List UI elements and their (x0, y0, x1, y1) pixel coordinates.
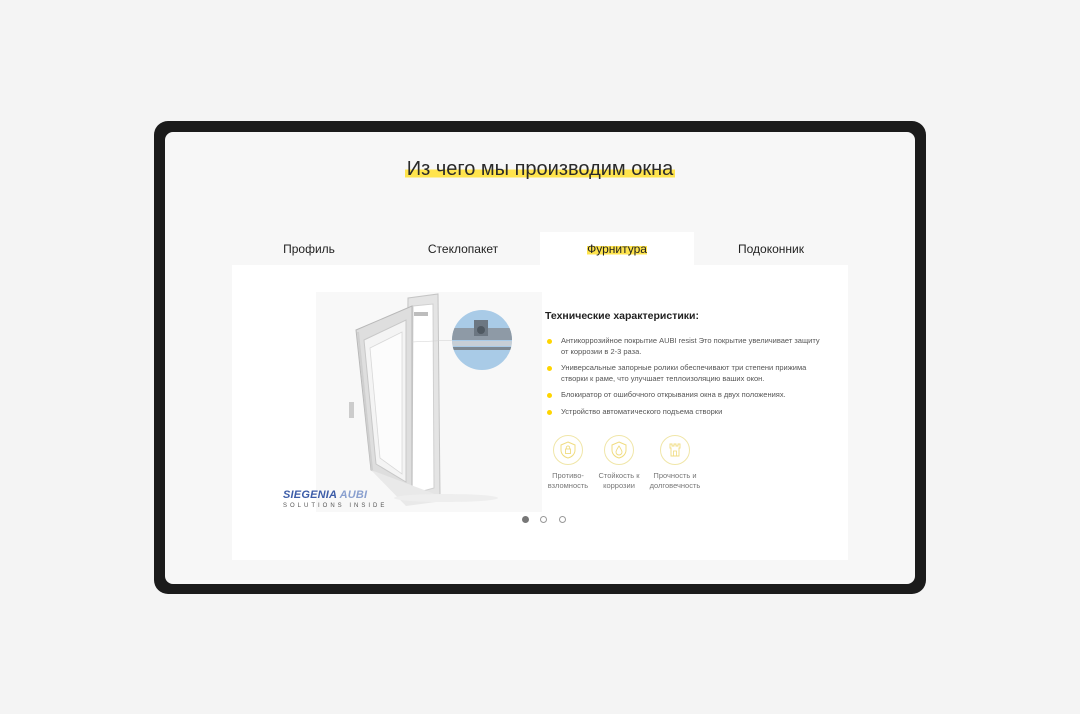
specs-title: Технические характеристики: (545, 310, 700, 322)
spec-item: Универсальные запорные ролики обеспечива… (545, 363, 820, 384)
tab-panel: SIEGENIA AUBI SOLUTIONS INSIDE Техническ… (232, 265, 848, 560)
feature-label-line1: Прочность и (653, 471, 697, 480)
feature-corrosion-resistance: Стойкость к коррозии (589, 435, 649, 491)
spec-item: Антикоррозийное покрытие AUBI resist Это… (545, 336, 820, 357)
hardware-detail-icon (452, 320, 512, 350)
lock-shield-icon (553, 435, 583, 465)
tower-icon (660, 435, 690, 465)
tab-label: Профиль (283, 242, 335, 256)
brand-name: SIEGENIA AUBI (283, 489, 387, 501)
tab-hardware[interactable]: Фурнитура (540, 232, 694, 265)
feature-label-line2: взломность (547, 481, 589, 490)
screen: Из чего мы производим окна Профиль Стекл… (165, 132, 915, 584)
spec-item: Устройство автоматического подъема створ… (545, 407, 820, 418)
tab-glass-unit[interactable]: Стеклопакет (386, 232, 540, 265)
feature-durability: Прочность и долговечность (645, 435, 705, 491)
brand-tagline: SOLUTIONS INSIDE (283, 503, 388, 509)
feature-label: Прочность и долговечность (645, 471, 705, 491)
page-title: Из чего мы производим окна (165, 158, 915, 181)
feature-label-line2: долговечность (649, 481, 701, 490)
specs-list: Антикоррозийное покрытие AUBI resist Это… (545, 336, 820, 423)
brand-logo: SIEGENIA AUBI SOLUTIONS INSIDE (283, 489, 387, 509)
brand-accent: AUBI (339, 489, 368, 501)
brand-main: SIEGENIA (283, 489, 337, 501)
hardware-zoom-image (452, 310, 512, 370)
spec-item: Блокиратор от ошибочного открывания окна… (545, 390, 820, 401)
carousel-dot[interactable] (540, 516, 548, 523)
tab-windowsill[interactable]: Подоконник (694, 232, 848, 265)
feature-label-line1: Противо- (552, 471, 584, 480)
product-image (316, 292, 542, 512)
feature-label: Стойкость к коррозии (589, 471, 649, 491)
page-title-text: Из чего мы производим окна (404, 158, 676, 180)
tab-profile[interactable]: Профиль (232, 232, 386, 265)
tabs-bar: Профиль Стеклопакет Фурнитура Подоконник (232, 232, 848, 265)
carousel-dot[interactable] (558, 516, 566, 523)
feature-label-line2: коррозии (603, 481, 635, 490)
tab-label: Подоконник (738, 242, 804, 256)
tab-label: Стеклопакет (427, 242, 499, 256)
drop-shield-icon (604, 435, 634, 465)
feature-label-line1: Стойкость к (598, 471, 640, 480)
carousel-dots (522, 510, 573, 528)
tablet-frame: Из чего мы производим окна Профиль Стекл… (154, 121, 926, 594)
carousel-dot[interactable] (522, 516, 529, 523)
tab-label: Фурнитура (587, 242, 647, 256)
